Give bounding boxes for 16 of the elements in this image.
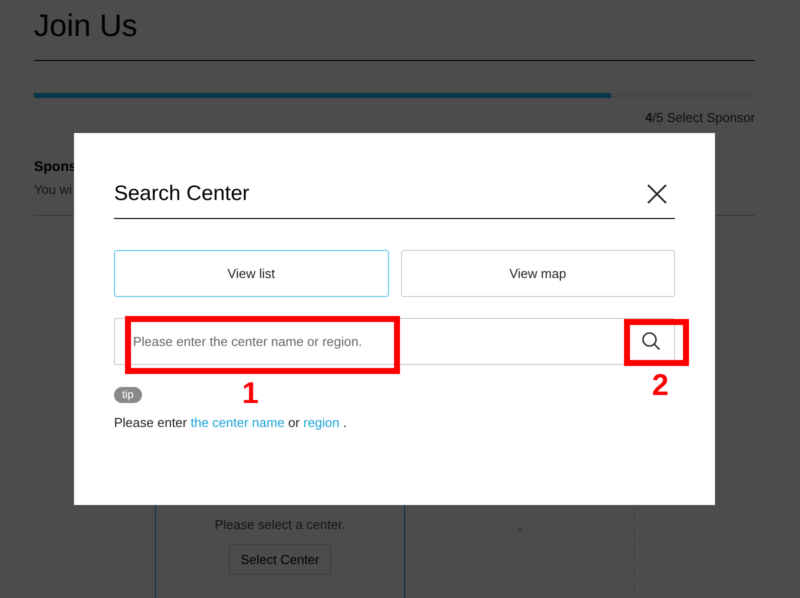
tip-badge: tip xyxy=(114,387,142,403)
close-button[interactable] xyxy=(645,182,669,206)
view-tab[interactable]: View map xyxy=(400,250,675,297)
dialog-title: Search Center xyxy=(114,182,250,206)
card-text: - xyxy=(518,521,522,536)
view-tab[interactable]: View list xyxy=(114,250,388,297)
step-label: 4/5 Select Sponsor xyxy=(644,110,755,125)
search-field[interactable]: Please enter the center name or region. xyxy=(114,318,675,365)
card-text: Please select a center. xyxy=(214,517,346,532)
close-icon xyxy=(645,182,669,206)
annotation-number: 2 xyxy=(652,369,669,403)
tip-text: Please enter the center name or region . xyxy=(114,415,348,430)
section-subtitle: You wi xyxy=(34,182,72,197)
annotation-number: 1 xyxy=(242,377,259,411)
highlight-frame xyxy=(624,319,689,366)
search-icon xyxy=(641,331,661,351)
